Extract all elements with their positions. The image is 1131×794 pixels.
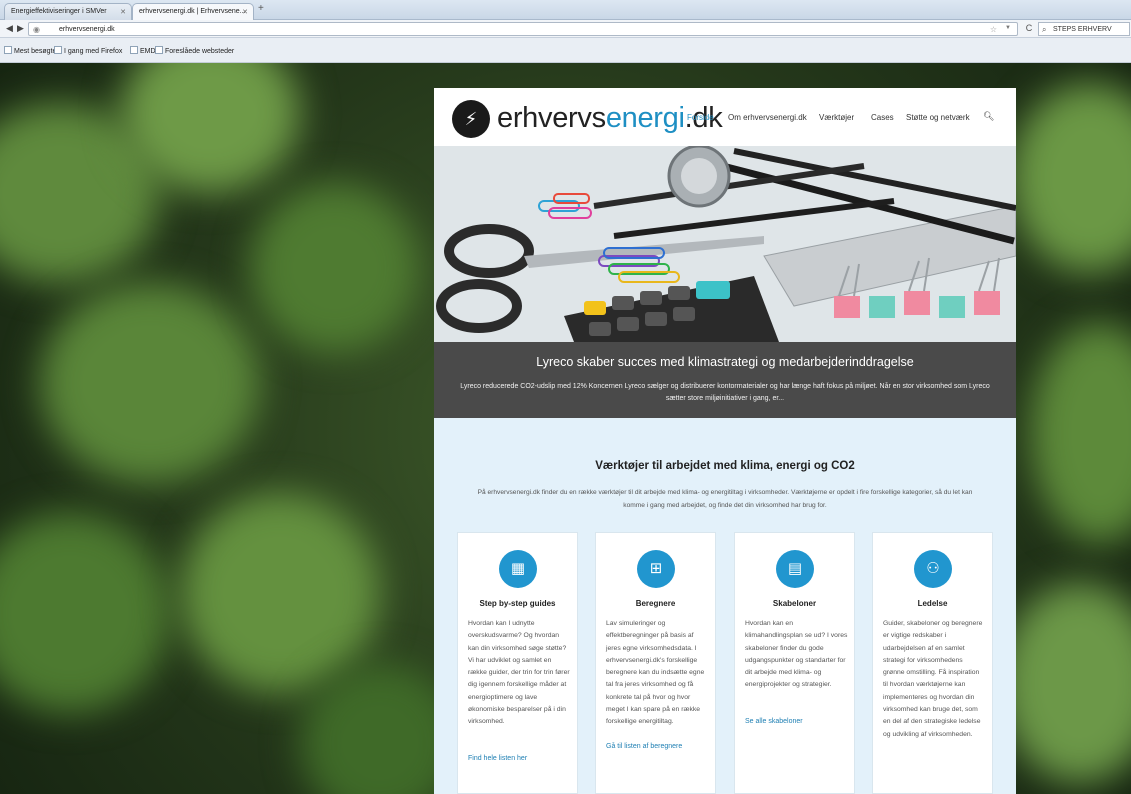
card-title: Beregnere	[635, 599, 676, 608]
page-icon	[54, 46, 62, 54]
bookmark-label: Foreslåede websteder	[165, 48, 235, 55]
hero-image[interactable]	[434, 146, 1016, 342]
browser-tab-bar: Energieffektiviseringer i SMVer ✕ erhver…	[0, 0, 1131, 20]
tab-title: erhvervsenergi.dk | Erhvervsene...	[139, 8, 246, 15]
bookmarks-bar: Mest besøgte I gang med Firefox EMD Fore…	[0, 38, 1131, 63]
bookmark-getting-started[interactable]: I gang med Firefox	[54, 46, 122, 55]
nav-cases[interactable]: Cases	[871, 113, 894, 122]
card-text: Guider, skabeloner og beregnere er vigti…	[883, 620, 983, 738]
card-link[interactable]: Gå til listen af beregnere	[606, 743, 682, 750]
search-text: STEPS ERHVERV	[1053, 26, 1112, 33]
page-icon	[130, 46, 138, 54]
guide-steps-icon: ▦	[499, 550, 537, 588]
browser-tab-active[interactable]: erhvervsenergi.dk | Erhvervsene... ✕	[132, 3, 254, 20]
forward-arrow-icon[interactable]: ▶	[17, 23, 24, 34]
card-title: Step by-step guides	[479, 599, 556, 608]
background-leaf	[1010, 83, 1131, 273]
background-leaf	[1030, 323, 1131, 543]
background-leaf	[250, 183, 420, 353]
tool-card-calculators[interactable]: ⊞ Beregnere Lav simuleringer og effektbe…	[595, 532, 716, 794]
browser-tab[interactable]: Energieffektiviseringer i SMVer ✕	[4, 3, 132, 20]
chevron-down-icon[interactable]: ▼	[1005, 25, 1011, 31]
card-link[interactable]: Se alle skabeloner	[745, 718, 803, 725]
briefcase-bolt-logo-icon[interactable]: ⚡	[452, 100, 490, 138]
tool-card-templates[interactable]: ▤ Skabeloner Hvordan kan en klimahandlin…	[734, 532, 855, 794]
card-text: Hvordan kan I udnytte overskudsvarme? Og…	[468, 620, 570, 726]
background-leaf	[40, 283, 260, 483]
close-tab-icon[interactable]: ✕	[242, 8, 248, 16]
logo-accent: energi	[605, 102, 685, 134]
bookmark-suggested-sites[interactable]: Foreslåede websteder	[155, 46, 234, 55]
hero-title[interactable]: Lyreco skaber succes med klimastrategi o…	[434, 355, 1016, 369]
tool-card-guides[interactable]: ▦ Step by-step guides Hvordan kan I udny…	[457, 532, 578, 794]
document-icon: ▤	[776, 550, 814, 588]
tools-intro: På erhvervsenergi.dk finder du en række …	[477, 489, 973, 509]
reload-icon[interactable]: C	[1022, 23, 1036, 35]
card-link[interactable]: Find hele listen her	[468, 755, 527, 762]
bookmark-label: I gang med Firefox	[64, 48, 123, 55]
tools-heading: Værktøjer til arbejdet med klima, energi…	[595, 460, 855, 472]
bookmark-label: Mest besøgte	[14, 48, 57, 55]
hero-caption[interactable]: Lyreco skaber succes med klimastrategi o…	[434, 342, 1016, 418]
url-text: erhvervsenergi.dk	[59, 26, 115, 33]
star-icon[interactable]: ☆	[990, 25, 997, 34]
background-leaf	[180, 493, 380, 693]
nav-om[interactable]: Om erhvervsenergi.dk	[728, 113, 807, 122]
close-tab-icon[interactable]: ✕	[120, 8, 126, 16]
nav-forside[interactable]: Forside	[687, 113, 714, 122]
bookmark-label: EMD	[140, 48, 156, 55]
tab-title: Energieffektiviseringer i SMVer	[11, 8, 107, 15]
org-chart-icon: ⚇	[914, 550, 952, 588]
address-bar[interactable]: ◉ erhvervsenergi.dk ☆ ▼	[28, 22, 1018, 36]
bookmark-most-visited[interactable]: Mest besøgte	[4, 46, 56, 55]
browser-nav-bar: ◀ ▶ ◉ erhvervsenergi.dk ☆ ▼ C ⌕ STEPS ER…	[0, 20, 1131, 38]
card-title: Skabeloner	[772, 599, 817, 608]
search-icon: ⌕	[1042, 25, 1047, 34]
bookmark-folder-icon	[4, 46, 12, 54]
page-icon	[155, 46, 163, 54]
background-leaf	[0, 513, 170, 713]
nav-vaerktojer[interactable]: Værktøjer	[819, 113, 854, 122]
tool-card-leadership[interactable]: ⚇ Ledelse Guider, skabeloner og beregner…	[872, 532, 993, 794]
card-text: Lav simuleringer og effektberegninger på…	[606, 620, 705, 726]
bookmark-emd[interactable]: EMD	[130, 46, 156, 55]
search-box[interactable]: ⌕ STEPS ERHVERV	[1038, 22, 1130, 36]
website-page: ⚡ erhvervsenergi.dk Forside Om erhvervse…	[434, 88, 1016, 794]
new-tab-button[interactable]: +	[258, 3, 264, 14]
site-header: ⚡ erhvervsenergi.dk Forside Om erhvervse…	[434, 88, 1016, 146]
office-supplies-illustration	[434, 146, 1016, 342]
tools-section: Værktøjer til arbejdet med klima, energi…	[434, 418, 1016, 794]
card-title: Ledelse	[917, 599, 948, 608]
site-identity-icon[interactable]: ◉	[33, 25, 40, 34]
hero-text: Lyreco reducerede CO2-udslip med 12% Kon…	[460, 383, 990, 402]
background-leaf	[1000, 583, 1131, 783]
search-icon[interactable]: 🔍︎	[983, 111, 994, 122]
nav-stotte[interactable]: Støtte og netværk	[906, 113, 970, 122]
calculator-icon: ⊞	[637, 550, 675, 588]
back-arrow-icon[interactable]: ◀	[6, 23, 13, 34]
logo-prefix: erhvervs	[497, 102, 606, 134]
card-text: Hvordan kan en klimahandlingsplan se ud?…	[745, 620, 848, 689]
